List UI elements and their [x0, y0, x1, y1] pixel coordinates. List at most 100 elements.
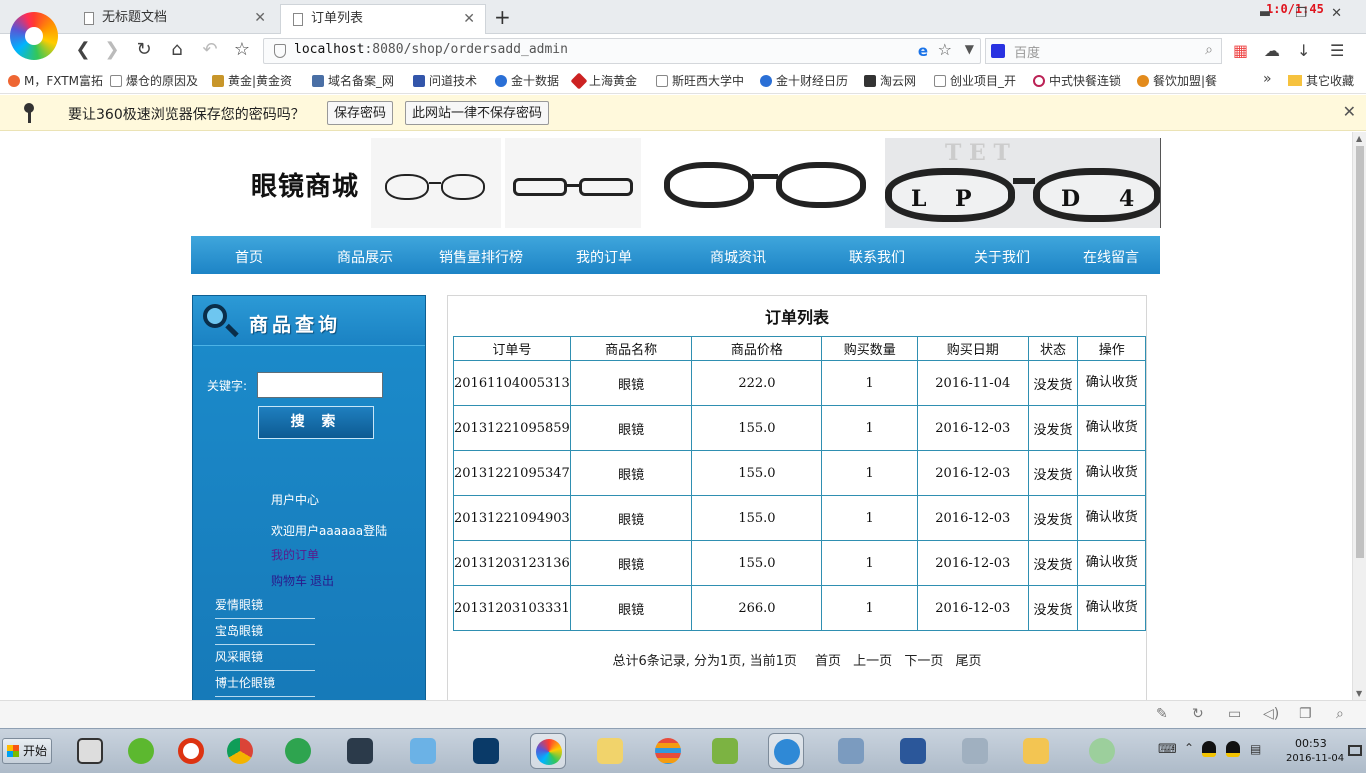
confirm-receipt-link[interactable]: 确认收货 [1077, 585, 1146, 631]
favorite-star-icon[interactable]: ☆ [938, 40, 952, 59]
bookmark-item[interactable]: 中式快餐连锁 [1033, 72, 1121, 89]
cart-link[interactable]: 购物车 [271, 572, 307, 589]
ie-engine-icon[interactable]: e [918, 42, 928, 60]
android-icon[interactable] [707, 733, 743, 769]
taskbar-app-icon[interactable] [72, 733, 108, 769]
download-arrow-icon[interactable]: ↓ [1297, 41, 1310, 60]
pin-icon[interactable]: ✎ [1156, 706, 1168, 722]
nav-sales-ranking[interactable]: 销售量排行榜 [439, 247, 523, 267]
qq-icon[interactable] [1202, 741, 1216, 757]
word-icon[interactable] [895, 733, 931, 769]
next-page-link[interactable]: 下一页 [904, 654, 943, 669]
last-page-link[interactable]: 尾页 [955, 654, 981, 669]
undo-icon[interactable]: ↶ [199, 39, 221, 61]
nav-my-orders[interactable]: 我的订单 [576, 247, 632, 267]
address-bar[interactable]: localhost:8080/shop/ordersadd_admin e ☆ … [263, 38, 981, 64]
my-orders-link[interactable]: 我的订单 [271, 546, 319, 563]
window-controls[interactable]: ▬ ❐ ✕ [1259, 6, 1352, 21]
taskbar-app-icon[interactable] [280, 733, 316, 769]
category-link[interactable]: 博士伦眼镜 [215, 674, 315, 697]
save-password-button[interactable]: 保存密码 [327, 101, 394, 125]
scroll-down-arrow-icon[interactable]: ▼ [1356, 689, 1362, 698]
vertical-scrollbar[interactable]: ▲ ▼ [1352, 132, 1366, 700]
prev-page-link[interactable]: 上一页 [853, 654, 892, 669]
nav-about[interactable]: 关于我们 [974, 247, 1030, 267]
bookmark-item[interactable]: 淘云网 [864, 72, 916, 89]
bookmark-item[interactable]: M，FXTM富拓 [8, 72, 103, 89]
never-save-password-button[interactable]: 此网站一律不保存密码 [405, 101, 550, 125]
new-tab-plus-icon[interactable]: + [494, 4, 511, 30]
confirm-receipt-link[interactable]: 确认收货 [1077, 450, 1146, 496]
chevron-up-icon[interactable]: ⌃ [1184, 741, 1194, 755]
bookmark-item[interactable]: 上海黄金 [570, 72, 637, 90]
cloud-icon[interactable]: ☁ [1264, 41, 1280, 60]
home-icon[interactable]: ⌂ [166, 39, 188, 61]
forward-arrow-icon[interactable]: ❯ [101, 39, 123, 61]
taskbar-app-icon[interactable] [592, 733, 628, 769]
menu-icon[interactable]: ☰ [1330, 41, 1344, 60]
trash-icon[interactable]: ▭ [1228, 706, 1241, 722]
speaker-icon[interactable]: ◁) [1263, 706, 1279, 722]
confirm-receipt-link[interactable]: 确认收货 [1077, 360, 1146, 406]
search-icon[interactable]: ⌕ [1205, 42, 1213, 58]
apps-grid-icon[interactable]: ▦ [1233, 41, 1248, 60]
network-icon[interactable]: ▤ [1250, 742, 1261, 756]
window-icon[interactable]: ❐ [1299, 706, 1312, 722]
search-button[interactable]: 搜 索 [258, 406, 374, 439]
photoshop-icon[interactable] [468, 733, 504, 769]
bookmark-item[interactable]: 爆仓的原因及 [110, 72, 198, 89]
confirm-receipt-link[interactable]: 确认收货 [1077, 495, 1146, 541]
keyboard-icon[interactable]: ⌨ [1158, 742, 1177, 757]
bookmark-item[interactable]: 餐饮加盟|餐 [1137, 72, 1217, 89]
qq-icon[interactable] [1226, 741, 1240, 757]
taskbar-app-icon[interactable] [833, 733, 869, 769]
confirm-receipt-link[interactable]: 确认收货 [1077, 405, 1146, 451]
bookmark-item[interactable]: 域名备案_网 [312, 72, 394, 89]
scrollbar-thumb[interactable] [1356, 146, 1364, 558]
browser-360-icon[interactable] [530, 733, 566, 769]
tab-order-list[interactable]: 订单列表 ✕ [280, 4, 486, 34]
close-tab-icon[interactable]: ✕ [254, 4, 266, 32]
bookmark-star-icon[interactable]: ☆ [231, 39, 253, 61]
bookmarks-more-chevron-icon[interactable]: » [1263, 71, 1272, 87]
reload-icon[interactable]: ↻ [133, 39, 155, 61]
folder-icon[interactable] [1018, 733, 1054, 769]
bookmark-item[interactable]: 金十数据 [495, 72, 559, 89]
keyword-input[interactable] [257, 372, 383, 398]
taskbar-app-icon[interactable] [342, 733, 378, 769]
browser-logo-icon[interactable] [10, 12, 58, 60]
show-desktop-icon[interactable] [1348, 745, 1362, 756]
tab-untitled[interactable]: 无标题文档 ✕ [72, 4, 276, 34]
bookmark-item[interactable]: 创业项目_开 [934, 72, 1016, 89]
confirm-receipt-link[interactable]: 确认收货 [1077, 540, 1146, 586]
nav-news[interactable]: 商城资讯 [710, 247, 766, 267]
opera-icon[interactable] [173, 733, 209, 769]
search-box[interactable]: 百度 ⌕ [985, 38, 1222, 64]
chevron-down-icon[interactable]: ▼ [965, 42, 974, 56]
category-link[interactable]: 爱情眼镜 [215, 596, 315, 619]
start-button[interactable]: 开始 [2, 738, 52, 764]
first-page-link[interactable]: 首页 [815, 654, 841, 669]
nav-guestbook[interactable]: 在线留言 [1083, 247, 1139, 267]
other-bookmarks-folder[interactable]: 其它收藏 [1288, 72, 1354, 89]
category-link[interactable]: 风采眼镜 [215, 648, 315, 671]
close-icon[interactable]: ✕ [1343, 102, 1356, 121]
nav-home[interactable]: 首页 [235, 247, 263, 267]
bookmark-item[interactable]: 黄金|黄金资 [212, 72, 292, 89]
chrome-icon[interactable] [222, 733, 258, 769]
nav-contact[interactable]: 联系我们 [849, 247, 905, 267]
taskbar-app-icon[interactable] [1084, 733, 1120, 769]
bookmark-item[interactable]: 金十财经日历 [760, 72, 848, 89]
bookmark-item[interactable]: 斯旺西大学中 [656, 72, 744, 89]
scroll-up-arrow-icon[interactable]: ▲ [1356, 134, 1362, 143]
taskbar-app-icon[interactable] [768, 733, 804, 769]
tools-icon[interactable] [957, 733, 993, 769]
nav-products[interactable]: 商品展示 [337, 247, 393, 267]
back-arrow-icon[interactable]: ❮ [72, 39, 94, 61]
refresh-icon[interactable]: ↻ [1192, 706, 1204, 722]
taskbar-app-icon[interactable] [123, 733, 159, 769]
taskbar-app-icon[interactable] [405, 733, 441, 769]
zoom-icon[interactable]: ⌕ [1336, 706, 1344, 722]
category-link[interactable]: 宝岛眼镜 [215, 622, 315, 645]
taskbar-app-icon[interactable] [650, 733, 686, 769]
